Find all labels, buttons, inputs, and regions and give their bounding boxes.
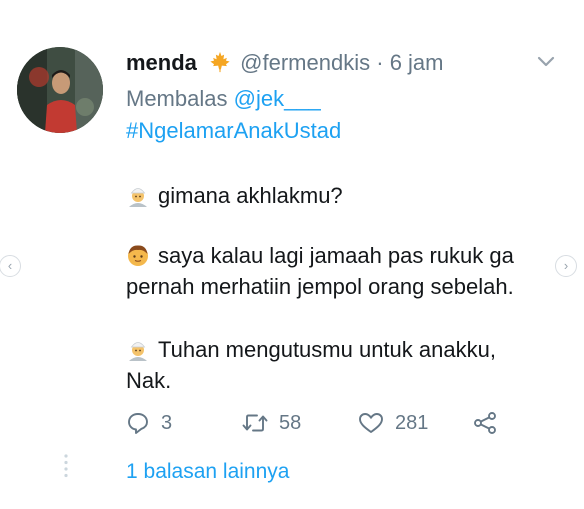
tweet-line-5: Nak. — [126, 368, 172, 393]
user-handle[interactable]: @fermendkis — [240, 50, 370, 75]
carousel-next-button[interactable]: › — [555, 255, 577, 277]
heart-icon — [359, 413, 383, 433]
reply-icon — [128, 413, 148, 434]
tweet-line-2: saya kalau lagi jamaah pas rukuk ga — [126, 240, 514, 271]
chevron-right-icon: › — [563, 258, 569, 273]
thread-dots-icon — [64, 454, 68, 478]
retweet-button[interactable]: 58 — [242, 408, 301, 438]
boy-emoji — [128, 245, 148, 266]
replying-to: Membalas @jek___ — [126, 86, 321, 112]
maple-leaf-icon — [210, 51, 230, 73]
tweet-text: saya kalau lagi jamaah pas rukuk ga — [158, 243, 514, 268]
timestamp[interactable]: 6 jam — [390, 50, 444, 75]
retweet-count: 58 — [279, 411, 302, 434]
avatar[interactable] — [17, 47, 103, 133]
tweet-header: menda @fermendkis · 6 jam — [126, 50, 443, 76]
chevron-left-icon: ‹ — [7, 258, 13, 273]
more-replies-link[interactable]: 1 balasan lainnya — [126, 460, 289, 484]
like-count: 281 — [395, 411, 429, 434]
avatar-photo — [17, 47, 103, 133]
share-icon — [474, 412, 496, 434]
reply-count: 3 — [161, 411, 173, 434]
reply-mention-link[interactable]: @jek___ — [234, 86, 321, 111]
retweet-icon — [242, 414, 268, 432]
carousel-prev-button[interactable]: ‹ — [0, 255, 21, 277]
share-button[interactable] — [472, 408, 498, 438]
man-with-white-cap-emoji — [129, 188, 147, 207]
hashtag-link[interactable]: #NgelamarAnakUstad — [126, 118, 341, 144]
tweet-text: gimana akhlakmu? — [158, 183, 343, 208]
tweet-line-3: pernah merhatiin jempol orang sebelah. — [126, 274, 514, 299]
tweet-line-1: gimana akhlakmu? — [126, 180, 343, 211]
chevron-down-icon[interactable] — [536, 55, 556, 69]
like-button[interactable]: 281 — [358, 408, 428, 438]
separator-dot: · — [376, 50, 384, 75]
tweet-text: Tuhan mengutusmu untuk anakku, — [158, 337, 496, 362]
tweet-card: menda @fermendkis · 6 jam Membalas @jek_… — [0, 0, 584, 509]
man-with-white-cap-emoji — [129, 342, 147, 361]
tweet-line-4: Tuhan mengutusmu untuk anakku, — [126, 334, 496, 365]
reply-button[interactable]: 3 — [126, 408, 172, 438]
display-name[interactable]: menda — [126, 50, 197, 75]
replying-to-label: Membalas — [126, 86, 228, 111]
